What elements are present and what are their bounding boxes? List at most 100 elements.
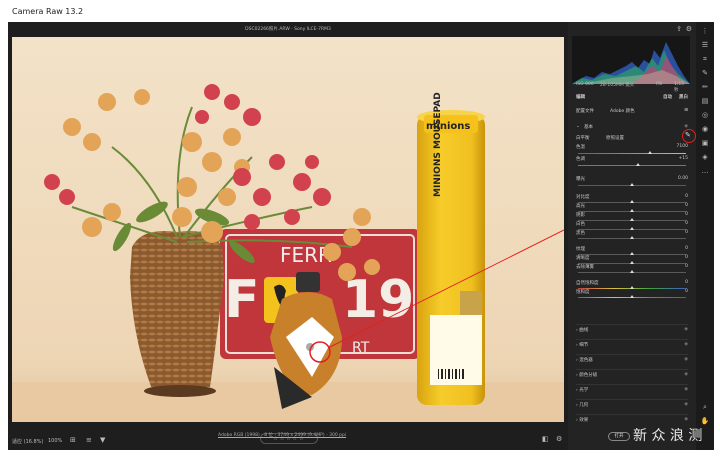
adjust-slider[interactable]: [578, 270, 686, 273]
panel-section-3[interactable]: › 颜色分级 ◉: [576, 369, 688, 378]
slider-label: 白色: [576, 222, 585, 227]
slider-value[interactable]: 0: [685, 289, 688, 294]
tint-label: 色调: [576, 157, 585, 162]
more-dots-icon[interactable]: …: [700, 166, 710, 176]
zoom-tool-icon[interactable]: ⌕: [700, 402, 710, 412]
more-icon[interactable]: ⋮: [700, 26, 710, 36]
chevron-right-icon: ›: [576, 388, 578, 393]
slider-value[interactable]: 0: [685, 221, 688, 226]
exif-iso: ISO 800: [576, 82, 594, 87]
histogram: [572, 36, 690, 84]
image-info-link[interactable]: Adobe RGB (1998) - 8 位 - 3749 x 2499 (9.…: [218, 432, 346, 438]
basic-label: 基本: [584, 125, 593, 130]
profile-browser-icon[interactable]: ⊞: [684, 108, 688, 113]
edit-panel: ⇪ ⚙ ISO 800 28-105MM 镜头 f/8 1/15 秒 编辑 自动…: [568, 22, 696, 450]
eye-icon[interactable]: ◉: [684, 357, 688, 362]
exposure-slider[interactable]: [578, 183, 686, 186]
crop-icon[interactable]: ⌗: [700, 54, 710, 64]
eye-icon[interactable]: ◉: [684, 402, 688, 407]
tool-strip: ⋮ ☰ ⌗ ✎ ✏ ▤ ◎ ◉ ▣ ◈ … ⌕ ✋: [696, 22, 714, 450]
section-label: 曲线: [579, 328, 589, 333]
zoom-select[interactable]: 适应 (16.8%): [12, 438, 43, 445]
slider-label: 去除薄雾: [576, 265, 594, 270]
tint-row: 色调 +15: [576, 156, 688, 164]
auto-button[interactable]: 自动: [663, 94, 672, 100]
tab-edit[interactable]: 编辑: [576, 94, 585, 100]
presets-icon[interactable]: ◈: [700, 152, 710, 162]
slider-value[interactable]: 0: [685, 264, 688, 269]
bw-button[interactable]: 黑白: [679, 94, 688, 100]
eyedropper-icon[interactable]: ✎: [685, 131, 691, 139]
eye-icon[interactable]: ◉: [684, 342, 688, 347]
radial-icon[interactable]: ◎: [700, 110, 710, 120]
temp-label: 色温: [576, 145, 585, 150]
panel-section-4[interactable]: › 光学 ◉: [576, 384, 688, 393]
temp-value[interactable]: 7100: [677, 144, 688, 149]
slider-label: 纹理: [576, 247, 585, 252]
chevron-right-icon: ›: [576, 418, 578, 423]
slider-label: 黑色: [576, 231, 585, 236]
sort-icon[interactable]: ≡: [86, 436, 92, 444]
tint-value[interactable]: +15: [679, 156, 689, 161]
eye-icon[interactable]: ◉: [684, 372, 688, 377]
camera-raw-window: Camera Raw 13.2 DSC02266照片.ARW · Sony IL…: [0, 0, 720, 457]
eye-icon[interactable]: ◉: [684, 387, 688, 392]
heal-icon[interactable]: ✎: [700, 68, 710, 78]
panel-section-0[interactable]: › 曲线 ◉: [576, 324, 688, 333]
chevron-right-icon: ›: [576, 403, 578, 408]
gear-icon[interactable]: ⚙: [686, 25, 692, 33]
brush-icon[interactable]: ✏: [700, 82, 710, 92]
slider-value[interactable]: 0: [685, 246, 688, 251]
exif-lens: 28-105MM 镜头: [600, 83, 635, 88]
snapshots-icon[interactable]: ▣: [700, 138, 710, 148]
temp-row: 色温 7100: [576, 144, 688, 152]
eye-icon[interactable]: ◉: [684, 417, 688, 422]
wb-select[interactable]: 原照设置: [606, 135, 624, 141]
temp-slider[interactable]: [578, 151, 686, 154]
profile-select[interactable]: Adobe 颜色: [610, 108, 635, 114]
slider-value[interactable]: 0: [685, 230, 688, 235]
hand-tool-icon[interactable]: ✋: [700, 416, 710, 426]
view-toggle-icon[interactable]: ⊞: [70, 436, 76, 444]
chevron-down-icon: ⌄: [576, 124, 580, 129]
profile-label: 配置文件: [576, 109, 594, 114]
basic-section-header[interactable]: ⌄ 基本 ◉: [576, 124, 688, 132]
redeye-icon[interactable]: ◉: [700, 124, 710, 134]
settings-icon[interactable]: ⚙: [556, 435, 562, 443]
section-label: 细节: [579, 343, 589, 348]
chevron-right-icon: ›: [576, 328, 578, 333]
slider-value[interactable]: 0: [685, 212, 688, 217]
export-icon[interactable]: ⇪: [676, 25, 682, 33]
adjust-slider[interactable]: [578, 295, 686, 298]
slider-label: 高光: [576, 204, 585, 209]
panel-section-1[interactable]: › 细节 ◉: [576, 339, 688, 348]
slider-value[interactable]: 0: [685, 203, 688, 208]
section-label: 效果: [579, 418, 589, 423]
eye-icon[interactable]: ◉: [684, 327, 688, 332]
gradient-icon[interactable]: ▤: [700, 96, 710, 106]
slider-value[interactable]: 0: [685, 255, 688, 260]
compare-icon[interactable]: ◧: [542, 435, 549, 443]
panel-section-6[interactable]: › 效果 ◉: [576, 414, 688, 423]
slider-label: 清晰度: [576, 256, 590, 261]
slider-value[interactable]: 0: [685, 194, 688, 199]
panel-section-5[interactable]: › 几何 ◉: [576, 399, 688, 408]
section-label: 混色器: [579, 358, 593, 363]
panel-section-2[interactable]: › 混色器 ◉: [576, 354, 688, 363]
section-label: 几何: [579, 403, 589, 408]
tint-slider[interactable]: [578, 163, 686, 166]
adjust-slider[interactable]: [578, 236, 686, 239]
exif-aperture: f/8: [656, 82, 662, 87]
watermark: 新 众 浪 测: [633, 427, 713, 445]
white-balance-row: 白平衡 原照设置: [576, 135, 688, 143]
slider-value[interactable]: 0: [685, 280, 688, 285]
edit-icon[interactable]: ☰: [700, 40, 710, 50]
edit-tab-row: 编辑 自动 黑白: [576, 94, 688, 102]
zoom-100[interactable]: 100%: [48, 438, 62, 444]
exposure-value[interactable]: 0.00: [678, 176, 688, 181]
plate-text-bottom: RT: [352, 340, 370, 356]
photo-preview[interactable]: FERR F1 192 RT minions MINIONS MOUSEPAD: [12, 37, 564, 422]
open-button[interactable]: 打开: [608, 432, 630, 441]
chevron-right-icon: ›: [576, 358, 578, 363]
filter-icon[interactable]: ▼: [100, 436, 105, 444]
